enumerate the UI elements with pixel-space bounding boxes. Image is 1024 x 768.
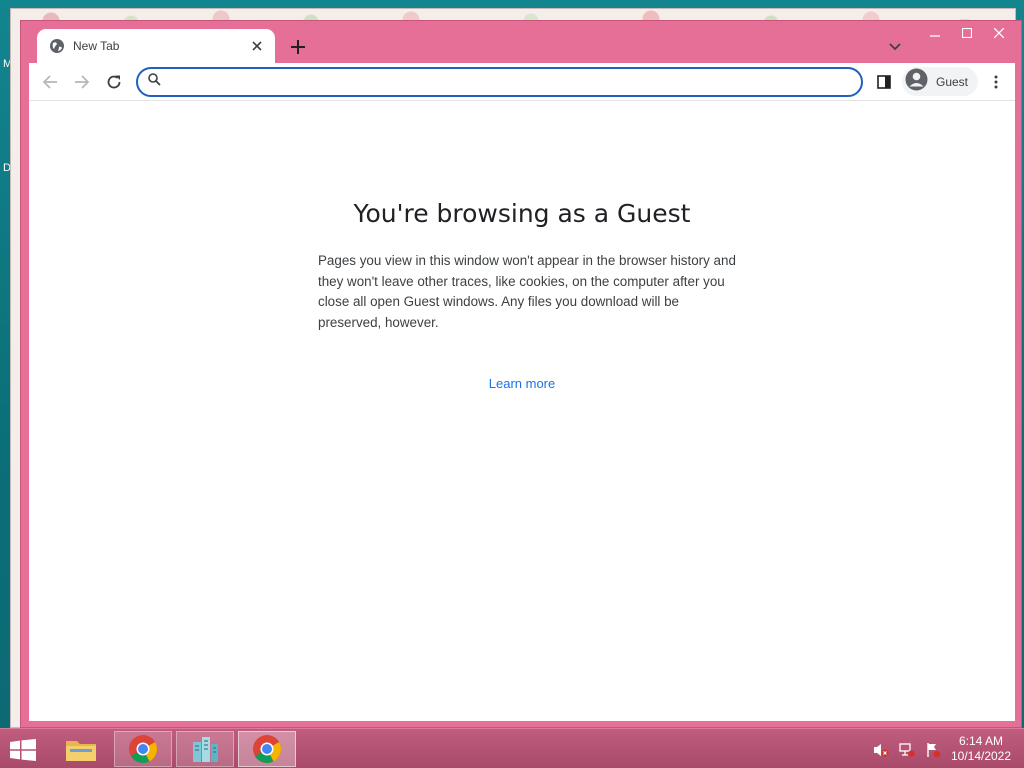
side-panel-icon xyxy=(877,75,891,89)
reload-icon xyxy=(107,75,121,89)
profile-button[interactable]: Guest xyxy=(902,67,978,96)
profile-label: Guest xyxy=(936,74,969,89)
forward-button[interactable] xyxy=(71,71,93,93)
tab-title: New Tab xyxy=(73,39,120,53)
taskbar-server-manager[interactable] xyxy=(176,731,234,767)
tab-new-tab[interactable]: New Tab xyxy=(37,29,275,63)
taskbar-file-explorer[interactable] xyxy=(52,731,110,767)
browser-window: New Tab Guest You're browsing as a Guest… xyxy=(20,20,1022,728)
chrome-icon xyxy=(253,735,281,763)
arrow-right-icon xyxy=(75,75,90,89)
close-button[interactable] xyxy=(983,23,1015,43)
address-input[interactable] xyxy=(169,71,861,93)
folder-icon xyxy=(66,741,96,761)
close-tab-icon[interactable] xyxy=(249,38,265,54)
browser-menu-button[interactable] xyxy=(985,71,1007,93)
avatar-icon xyxy=(905,68,928,96)
page-content: You're browsing as a Guest Pages you vie… xyxy=(29,101,1015,721)
chrome-icon xyxy=(129,735,157,763)
maximize-button[interactable] xyxy=(951,23,983,43)
more-vertical-icon xyxy=(994,75,998,89)
page-title: You're browsing as a Guest xyxy=(353,199,691,228)
clock-date: 10/14/2022 xyxy=(950,749,1012,763)
taskbar-chrome-active[interactable] xyxy=(238,731,296,767)
system-tray xyxy=(872,741,942,759)
clock-time: 6:14 AM xyxy=(958,734,1004,748)
server-manager-icon xyxy=(193,737,218,762)
side-panel-button[interactable] xyxy=(874,72,894,92)
search-icon xyxy=(148,73,161,91)
minimize-button[interactable] xyxy=(919,23,951,43)
action-center-flag-icon[interactable] xyxy=(924,741,942,759)
new-tab-button[interactable] xyxy=(287,36,309,58)
learn-more-link[interactable]: Learn more xyxy=(29,376,1015,391)
taskbar-chrome[interactable] xyxy=(114,731,172,767)
network-icon[interactable] xyxy=(898,741,916,759)
guest-description: Pages you view in this window won't appe… xyxy=(318,253,736,330)
volume-muted-icon[interactable] xyxy=(872,741,890,759)
taskbar-clock[interactable]: 6:14 AM 10/14/2022 xyxy=(946,734,1016,764)
start-button[interactable] xyxy=(8,737,38,763)
taskbar: 6:14 AM 10/14/2022 xyxy=(0,728,1024,768)
back-button[interactable] xyxy=(39,71,61,93)
tab-search-button[interactable] xyxy=(885,37,905,57)
windows-logo-icon xyxy=(10,739,36,761)
arrow-left-icon xyxy=(42,75,57,89)
reload-button[interactable] xyxy=(103,71,125,93)
tab-strip: New Tab xyxy=(21,21,1021,63)
browser-toolbar: Guest xyxy=(29,63,1015,101)
address-bar[interactable] xyxy=(136,67,863,97)
window-controls xyxy=(919,23,1015,43)
globe-icon xyxy=(49,38,65,54)
